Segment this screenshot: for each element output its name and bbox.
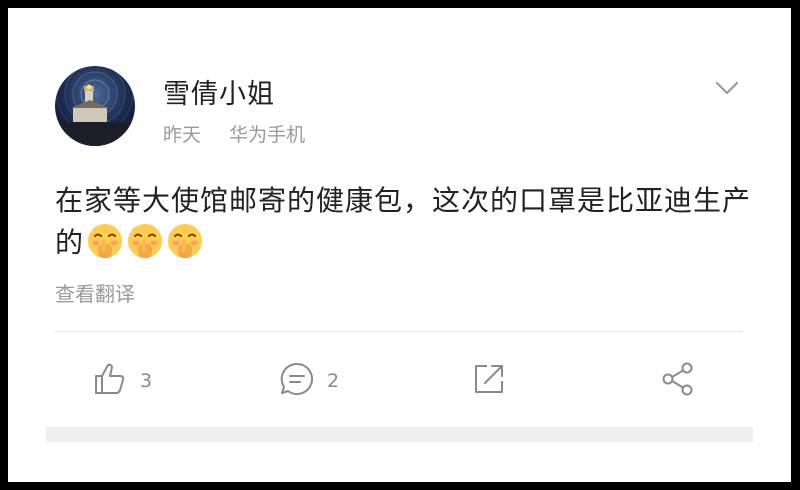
comment-button[interactable]: 2	[279, 361, 340, 402]
comment-count: 2	[327, 370, 340, 392]
shushing-face-emoji	[86, 222, 124, 272]
username[interactable]: 雪倩小姐	[163, 72, 275, 111]
share-external-icon	[471, 361, 507, 402]
avatar-image	[55, 66, 135, 146]
avatar[interactable]	[55, 66, 135, 146]
shushing-face-emoji	[126, 222, 164, 272]
chevron-down-icon[interactable]	[713, 78, 741, 98]
translate-link[interactable]: 查看翻译	[55, 278, 135, 307]
post-card: 雪倩小姐 昨天 华为手机 在家等大使馆邮寄的健康包，这次的口罩是比亚迪生产的 查…	[8, 8, 791, 482]
shushing-face-emoji	[166, 222, 204, 272]
share-nodes-icon	[660, 361, 696, 402]
post-device: 华为手机	[229, 124, 306, 146]
like-button[interactable]: 3	[92, 363, 152, 399]
post-content: 在家等大使馆邮寄的健康包，这次的口罩是比亚迪生产的	[55, 180, 755, 272]
comment-icon	[279, 361, 315, 402]
post-meta: 昨天 华为手机	[163, 120, 305, 147]
share-nodes-button[interactable]	[660, 361, 696, 402]
section-separator	[46, 427, 753, 442]
share-external-button[interactable]	[471, 363, 507, 399]
like-count: 3	[140, 370, 153, 392]
divider	[55, 331, 743, 332]
thumbs-up-icon	[92, 361, 128, 402]
post-time: 昨天	[163, 124, 202, 146]
